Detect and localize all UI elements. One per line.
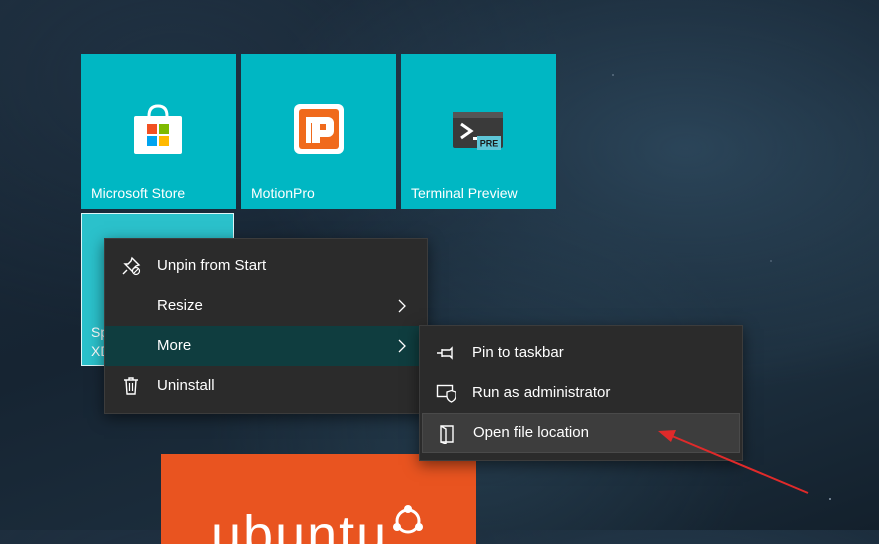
motionpro-icon (294, 104, 344, 154)
chevron-right-icon (398, 339, 406, 353)
menu-item-unpin-from-start[interactable]: Unpin from Start (105, 246, 427, 286)
pin-icon (437, 346, 453, 360)
context-menu: Unpin from Start Resize More Uninstall (104, 238, 428, 414)
menu-item-uninstall[interactable]: Uninstall (105, 366, 427, 406)
terminal-preview-icon: PRE (453, 112, 503, 150)
menu-item-open-file-location[interactable]: Open file location (422, 413, 740, 453)
microsoft-store-icon (134, 104, 182, 154)
submenu: Pin to taskbar Run as administrator Open… (419, 325, 743, 461)
menu-item-label: Resize (157, 297, 203, 314)
unpin-icon (122, 256, 141, 276)
folder-open-icon (440, 425, 454, 444)
ubuntu-logo-icon (393, 505, 423, 534)
chevron-right-icon (398, 299, 406, 313)
trash-icon (124, 377, 138, 395)
shield-admin-icon (436, 384, 456, 403)
menu-item-label: Pin to taskbar (472, 344, 564, 361)
background-star (612, 74, 614, 76)
background-star (829, 498, 831, 500)
tile-terminal-preview[interactable]: PRE Terminal Preview (401, 54, 556, 209)
tile-label: Terminal Preview (411, 185, 518, 201)
background-star (770, 260, 772, 262)
menu-item-label: Unpin from Start (157, 257, 267, 274)
tile-label: MotionPro (251, 185, 315, 201)
tile-microsoft-store[interactable]: Microsoft Store (81, 54, 236, 209)
menu-item-label: Open file location (473, 424, 589, 441)
tile-label: Microsoft Store (91, 185, 186, 201)
tile-ubuntu[interactable]: ubuntu (161, 454, 476, 544)
tile-badge: PRE (480, 139, 499, 149)
ubuntu-wordmark: ubuntu (211, 505, 389, 544)
menu-item-label: Run as administrator (472, 384, 611, 401)
menu-item-more[interactable]: More (105, 326, 427, 366)
menu-item-run-as-administrator[interactable]: Run as administrator (420, 373, 742, 413)
menu-item-resize[interactable]: Resize (105, 286, 427, 326)
menu-item-label: Uninstall (157, 377, 215, 394)
menu-item-label: More (157, 337, 192, 354)
tile-motionpro[interactable]: MotionPro (241, 54, 396, 209)
menu-item-pin-to-taskbar[interactable]: Pin to taskbar (420, 333, 742, 373)
